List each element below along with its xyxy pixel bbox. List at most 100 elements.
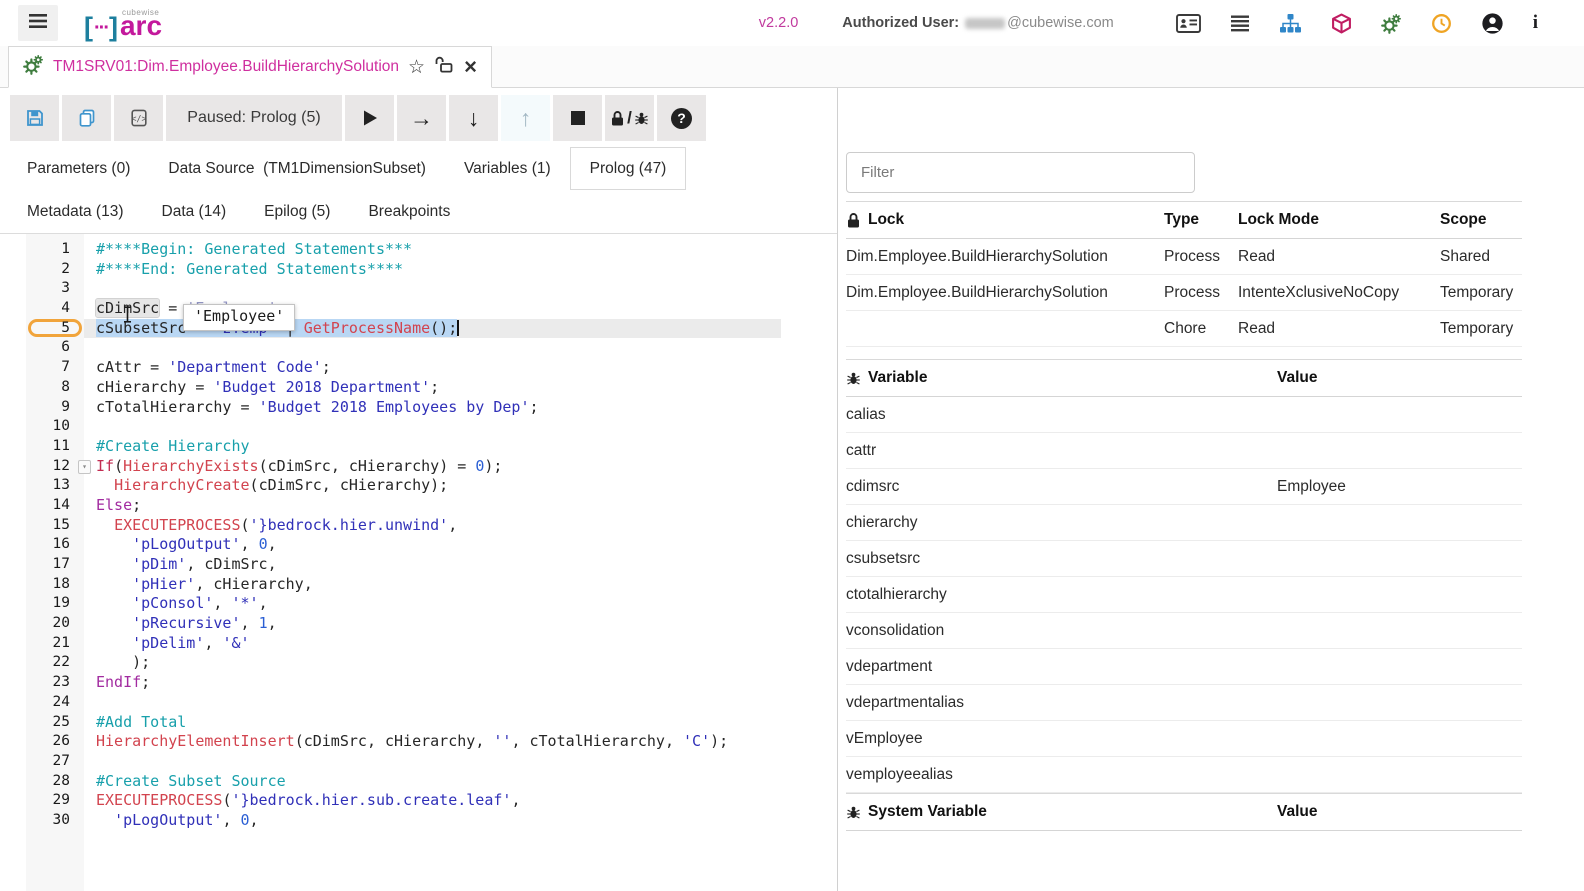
favorite-star-icon[interactable]: ☆ bbox=[408, 58, 425, 77]
code-line-text[interactable]: EXECUTEPROCESS('}bedrock.hier.unwind', bbox=[84, 516, 457, 536]
code-line-27[interactable]: 27 bbox=[0, 752, 837, 772]
step-out-button[interactable]: ↑ bbox=[501, 95, 550, 141]
code-line-text[interactable]: #Create Subset Source bbox=[84, 772, 286, 792]
line-number-24[interactable]: 24 bbox=[26, 693, 84, 713]
line-number-17[interactable]: 17 bbox=[26, 555, 84, 575]
line-number-26[interactable]: 26 bbox=[26, 732, 84, 752]
code-line-15[interactable]: 15 EXECUTEPROCESS('}bedrock.hier.unwind'… bbox=[0, 516, 837, 536]
code-line-9[interactable]: 9cTotalHierarchy = 'Budget 2018 Employee… bbox=[0, 398, 837, 418]
code-line-text[interactable]: #Create Hierarchy bbox=[84, 437, 250, 457]
code-line-text[interactable]: 'pLogOutput', 0, bbox=[84, 535, 277, 555]
code-line-21[interactable]: 21 'pDelim', '&' bbox=[0, 634, 837, 654]
code-line-29[interactable]: 29EXECUTEPROCESS('}bedrock.hier.sub.crea… bbox=[0, 791, 837, 811]
code-line-text[interactable]: cHierarchy = 'Budget 2018 Department'; bbox=[84, 378, 439, 398]
code-line-text[interactable]: #****End: Generated Statements**** bbox=[84, 260, 403, 280]
line-number-5[interactable]: 5 bbox=[26, 319, 84, 339]
line-number-14[interactable]: 14 bbox=[26, 496, 84, 516]
code-line-text[interactable] bbox=[84, 279, 96, 299]
variable-row-cattr[interactable]: cattr bbox=[846, 433, 1522, 469]
line-number-4[interactable]: 4 bbox=[26, 299, 84, 319]
tab-prolog-47[interactable]: Prolog (47) bbox=[570, 147, 687, 190]
code-line-text[interactable] bbox=[84, 417, 96, 437]
code-line-13[interactable]: 13 HierarchyCreate(cDimSrc, cHierarchy); bbox=[0, 476, 837, 496]
line-number-8[interactable]: 8 bbox=[26, 378, 84, 398]
line-number-21[interactable]: 21 bbox=[26, 634, 84, 654]
tab-parameters-0[interactable]: Parameters (0) bbox=[8, 147, 149, 190]
code-line-22[interactable]: 22 ); bbox=[0, 653, 837, 673]
code-line-8[interactable]: 8cHierarchy = 'Budget 2018 Department'; bbox=[0, 378, 837, 398]
variable-row-vdepartment[interactable]: vdepartment bbox=[846, 649, 1522, 685]
cubewise-arc-logo[interactable]: [ ··· ] cubewise arc bbox=[84, 8, 162, 39]
code-line-text[interactable]: 'pDim', cDimSrc, bbox=[84, 555, 277, 575]
line-number-9[interactable]: 9 bbox=[26, 398, 84, 418]
variable-row-vconsolidation[interactable]: vconsolidation bbox=[846, 613, 1522, 649]
help-button[interactable]: ? bbox=[657, 95, 706, 141]
line-number-1[interactable]: 1 bbox=[26, 240, 84, 260]
code-button[interactable]: </> bbox=[114, 95, 163, 141]
line-number-28[interactable]: 28 bbox=[26, 772, 84, 792]
tab-data-14[interactable]: Data (14) bbox=[143, 190, 246, 233]
code-line-text[interactable]: 'pLogOutput', 0, bbox=[84, 811, 259, 831]
code-line-23[interactable]: 23EndIf; bbox=[0, 673, 837, 693]
code-line-19[interactable]: 19 'pConsol', '*', bbox=[0, 594, 837, 614]
variable-row-vdepartmentalias[interactable]: vdepartmentalias bbox=[846, 685, 1522, 721]
run-button[interactable] bbox=[345, 95, 394, 141]
code-line-text[interactable]: HierarchyCreate(cDimSrc, cHierarchy); bbox=[84, 476, 448, 496]
code-line-18[interactable]: 18 'pHier', cHierarchy, bbox=[0, 575, 837, 595]
line-number-25[interactable]: 25 bbox=[26, 713, 84, 733]
line-number-7[interactable]: 7 bbox=[26, 358, 84, 378]
code-line-text[interactable] bbox=[84, 752, 96, 772]
line-number-27[interactable]: 27 bbox=[26, 752, 84, 772]
code-line-10[interactable]: 10 bbox=[0, 417, 837, 437]
filter-input[interactable] bbox=[846, 152, 1195, 193]
line-number-16[interactable]: 16 bbox=[26, 535, 84, 555]
code-line-17[interactable]: 17 'pDim', cDimSrc, bbox=[0, 555, 837, 575]
code-line-text[interactable]: HierarchyElementInsert(cDimSrc, cHierarc… bbox=[84, 732, 728, 752]
code-line-16[interactable]: 16 'pLogOutput', 0, bbox=[0, 535, 837, 555]
line-number-10[interactable]: 10 bbox=[26, 417, 84, 437]
code-line-24[interactable]: 24 bbox=[0, 693, 837, 713]
debug-lock-button[interactable]: / bbox=[605, 95, 654, 141]
tab-epilog-5[interactable]: Epilog (5) bbox=[245, 190, 349, 233]
line-number-15[interactable]: 15 bbox=[26, 516, 84, 536]
sitemap-icon[interactable] bbox=[1279, 13, 1302, 34]
tab-data-source-tm1dimensionsubset[interactable]: Data Source (TM1DimensionSubset) bbox=[149, 147, 445, 190]
tab-breakpoints[interactable]: Breakpoints bbox=[349, 190, 469, 233]
stop-button[interactable] bbox=[553, 95, 602, 141]
fold-toggle-icon[interactable]: ▾ bbox=[78, 460, 91, 474]
code-line-1[interactable]: 1#****Begin: Generated Statements*** bbox=[0, 240, 837, 260]
code-line-14[interactable]: 14Else; bbox=[0, 496, 837, 516]
line-number-2[interactable]: 2 bbox=[26, 260, 84, 280]
step-into-button[interactable]: ↓ bbox=[449, 95, 498, 141]
code-line-6[interactable]: 6 bbox=[0, 338, 837, 358]
code-line-text[interactable]: 'pConsol', '*', bbox=[84, 594, 268, 614]
code-line-7[interactable]: 7cAttr = 'Department Code'; bbox=[0, 358, 837, 378]
line-number-18[interactable]: 18 bbox=[26, 575, 84, 595]
code-line-text[interactable]: cTotalHierarchy = 'Budget 2018 Employees… bbox=[84, 398, 539, 418]
variable-row-vEmployee[interactable]: vEmployee bbox=[846, 721, 1522, 757]
list-icon[interactable] bbox=[1230, 14, 1250, 32]
variable-row-calias[interactable]: calias bbox=[846, 397, 1522, 433]
tab-metadata-13[interactable]: Metadata (13) bbox=[8, 190, 143, 233]
cube-icon[interactable] bbox=[1331, 13, 1352, 34]
code-line-text[interactable]: Else; bbox=[84, 496, 141, 516]
code-line-text[interactable]: If(HierarchyExists(cDimSrc, cHierarchy) … bbox=[84, 457, 502, 477]
copy-button[interactable] bbox=[62, 95, 111, 141]
process-gears-icon[interactable] bbox=[1381, 13, 1402, 34]
save-button[interactable] bbox=[10, 95, 59, 141]
line-number-3[interactable]: 3 bbox=[26, 279, 84, 299]
code-line-12[interactable]: 12▾If(HierarchyExists(cDimSrc, cHierarch… bbox=[0, 457, 837, 477]
line-number-19[interactable]: 19 bbox=[26, 594, 84, 614]
variable-row-chierarchy[interactable]: chierarchy bbox=[846, 505, 1522, 541]
line-number-6[interactable]: 6 bbox=[26, 338, 84, 358]
line-number-22[interactable]: 22 bbox=[26, 653, 84, 673]
code-line-text[interactable]: EXECUTEPROCESS('}bedrock.hier.sub.create… bbox=[84, 791, 520, 811]
variable-row-csubsetsrc[interactable]: csubsetsrc bbox=[846, 541, 1522, 577]
code-line-text[interactable]: 'pDelim', '&' bbox=[84, 634, 250, 654]
code-line-text[interactable]: cAttr = 'Department Code'; bbox=[84, 358, 331, 378]
code-line-30[interactable]: 30 'pLogOutput', 0, bbox=[0, 811, 837, 831]
document-tab[interactable]: TM1SRV01:Dim.Employee.BuildHierarchySolu… bbox=[8, 46, 492, 88]
code-line-28[interactable]: 28#Create Subset Source bbox=[0, 772, 837, 792]
code-line-2[interactable]: 2#****End: Generated Statements**** bbox=[0, 260, 837, 280]
line-number-29[interactable]: 29 bbox=[26, 791, 84, 811]
